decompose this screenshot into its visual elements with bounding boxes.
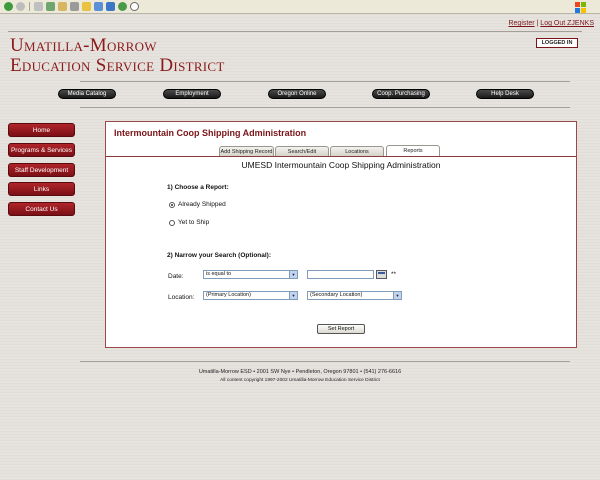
panel-header: Intermountain Coop Shipping Administrati… [106,122,576,157]
primary-location-select[interactable]: (Primary Location) ▼ [203,291,298,300]
forward-icon[interactable] [16,2,25,11]
browser-toolbar [0,0,600,14]
account-links: Register | Log Out ZJENKS [508,20,594,27]
location-label: Location: [168,294,195,301]
tab-search-edit[interactable]: Search/Edit [275,146,329,156]
back-icon[interactable] [4,2,13,11]
toolbar-separator [29,2,30,11]
choose-report-heading: 1) Choose a Report: [167,184,229,191]
set-report-button[interactable]: Set Report [317,324,365,334]
tab-add-shipping-record[interactable]: Add Shipping Record [219,146,274,156]
chevron-down-icon: ▼ [393,292,401,299]
form-subtitle: UMESD Intermountain Coop Shipping Admini… [241,160,441,170]
header-divider [8,31,582,32]
nav-media-catalog[interactable]: Media Catalog [58,89,116,99]
sidebar-item-links[interactable]: Links [8,182,75,196]
shipping-admin-panel: Intermountain Coop Shipping Administrati… [105,121,577,348]
org-title: Umatilla-Morrow Education Service Distri… [10,36,225,76]
primary-location-value: (Primary Location) [206,292,251,298]
date-label: Date: [168,273,184,280]
search-icon[interactable] [130,2,139,11]
chevron-down-icon: ▼ [289,271,297,278]
edit-icon[interactable] [106,2,115,11]
refresh-icon[interactable] [46,2,55,11]
sidebar-item-home[interactable]: Home [8,123,75,137]
date-operator-value: is equal to [206,271,232,277]
footer-address: Umatilla-Morrow ESD • 2001 SW Nye • Pend… [198,369,402,375]
nav-coop-purchasing[interactable]: Coop. Purchasing [372,89,430,99]
nav-help-desk[interactable]: Help Desk [476,89,534,99]
panel-title: Intermountain Coop Shipping Administrati… [114,128,307,138]
logged-in-badge: LOGGED IN [536,38,578,48]
calendar-icon[interactable] [376,270,387,279]
nav-oregon-online[interactable]: Oregon Online [268,89,326,99]
favorites-icon[interactable] [82,2,91,11]
radio-already-shipped-label: Already Shipped [178,201,226,208]
tab-reports[interactable]: Reports [386,145,440,156]
logout-link[interactable]: Log Out ZJENKS [540,20,594,27]
nav-divider-top [80,81,570,82]
date-operator-select[interactable]: is equal to ▼ [203,270,298,279]
footer-divider [80,361,570,362]
print-icon[interactable] [70,2,79,11]
stop-icon[interactable] [34,2,43,11]
secondary-location-select[interactable]: (Secondary Location) ▼ [307,291,402,300]
sidebar-item-contact-us[interactable]: Contact Us [8,202,75,216]
org-title-line-1: Umatilla-Morrow [10,35,157,56]
radio-already-shipped[interactable] [169,202,175,208]
link-separator: | [536,20,539,27]
sidebar-item-staff-development[interactable]: Staff Development [8,163,75,177]
chevron-down-icon: ▼ [289,292,297,299]
panel-divider [106,156,576,157]
messenger-icon[interactable] [118,2,127,11]
home-icon[interactable] [58,2,67,11]
sidebar-item-programs-services[interactable]: Programs & Services [8,143,75,157]
radio-yet-to-ship[interactable] [169,220,175,226]
top-nav: Media Catalog Employment Oregon Online C… [0,89,600,101]
register-link[interactable]: Register [508,20,534,27]
secondary-location-value: (Secondary Location) [310,292,363,298]
mail-icon[interactable] [94,2,103,11]
date-required-marker: ** [391,271,397,278]
nav-divider-bottom [80,107,570,108]
nav-employment[interactable]: Employment [163,89,221,99]
narrow-search-heading: 2) Narrow your Search (Optional): [167,252,272,259]
tab-locations[interactable]: Locations [330,146,384,156]
date-input[interactable] [307,270,374,279]
footer-copyright: All content copyright 1997-2002 Umatilla… [220,378,380,383]
org-title-line-2: Education Service District [10,55,225,76]
radio-yet-to-ship-label: Yet to Ship [178,219,210,226]
windows-logo-icon [566,0,596,14]
